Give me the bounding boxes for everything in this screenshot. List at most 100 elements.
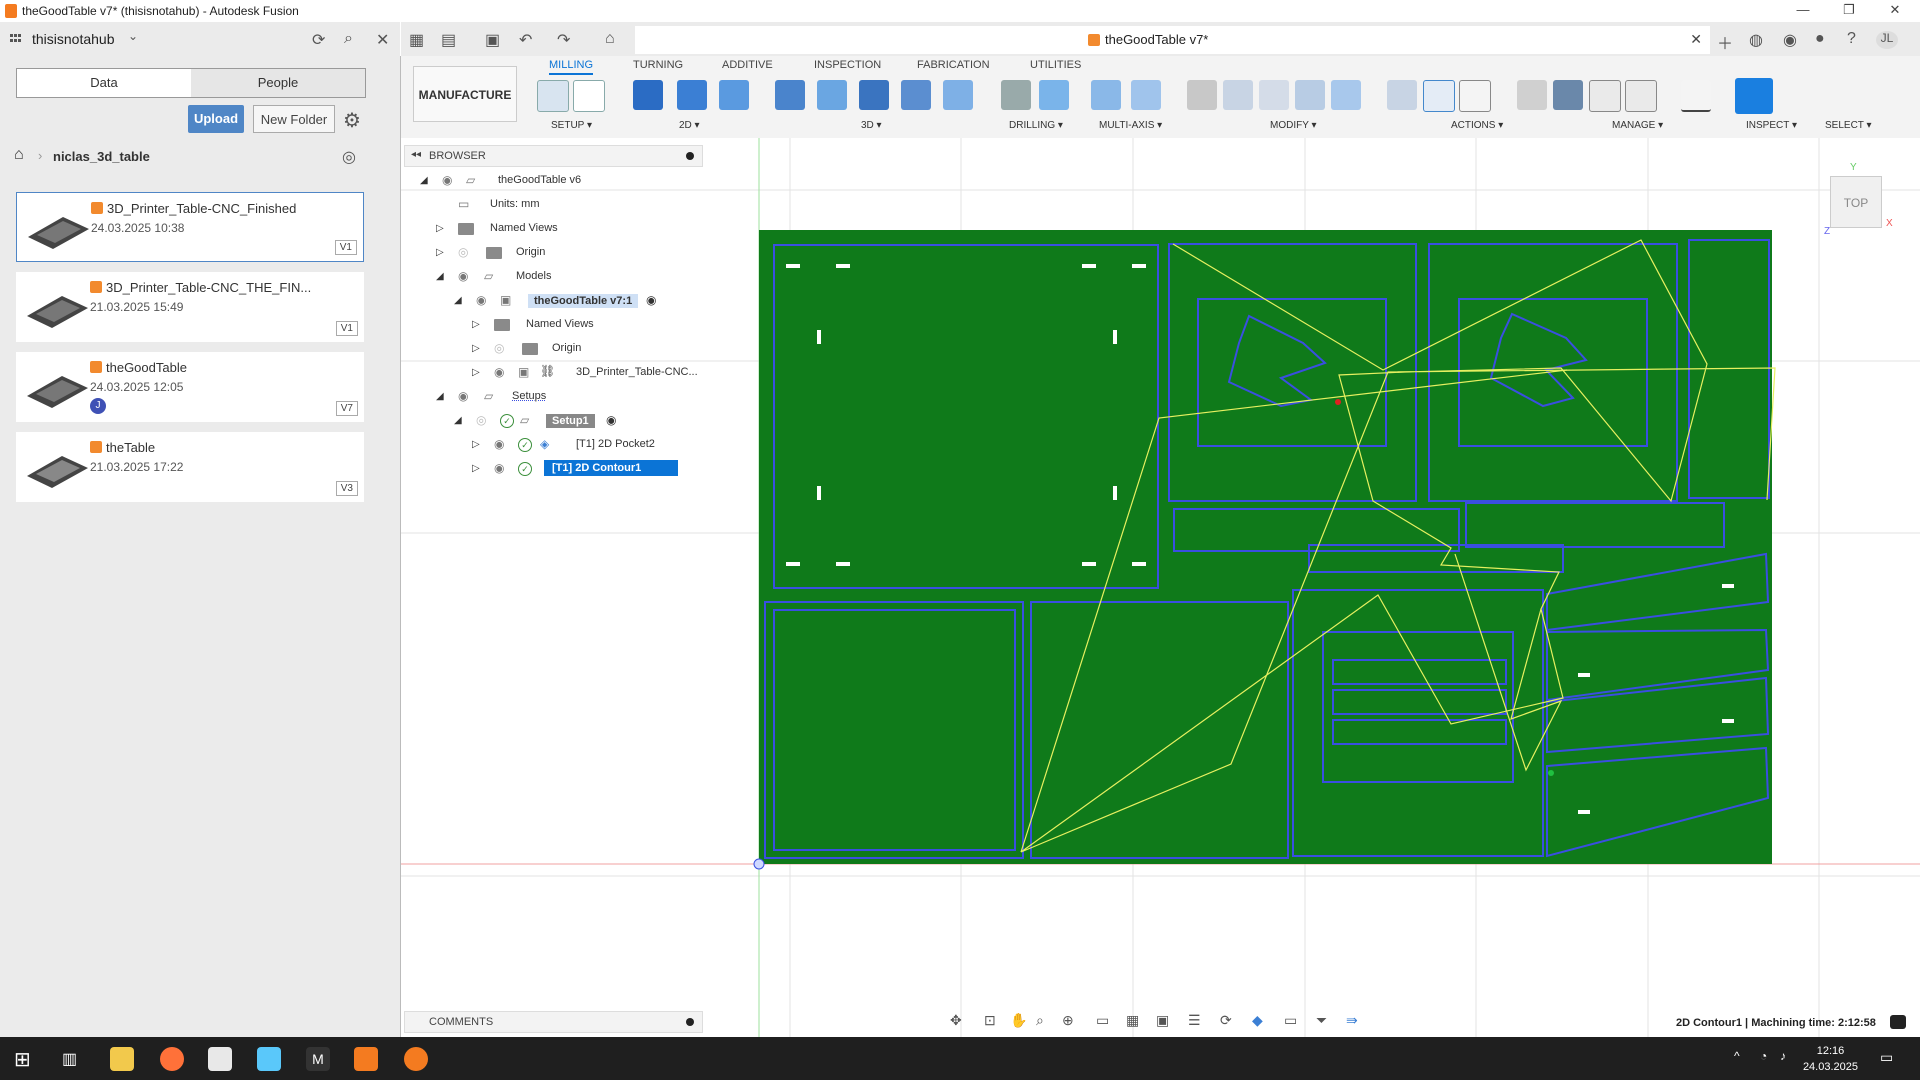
firefox-icon[interactable] xyxy=(160,1047,184,1071)
pan-hand-icon[interactable]: ✋ xyxy=(1010,1012,1027,1029)
template-library-icon[interactable] xyxy=(1625,80,1657,112)
gear-icon[interactable]: ⚙ xyxy=(343,108,361,133)
tree-row[interactable]: ◢ ◎ ✓ ▱ Setup1 ◉ xyxy=(404,411,703,431)
look-at-icon[interactable]: ⊡ xyxy=(984,1012,996,1029)
breadcrumb[interactable]: niclas_3d_table xyxy=(53,149,150,164)
file-menu-icon[interactable]: ▤ xyxy=(441,30,456,50)
save-icon[interactable]: ▣ xyxy=(485,30,500,50)
edit-tool-icon[interactable] xyxy=(1295,80,1325,110)
tab-data[interactable]: Data xyxy=(17,69,191,97)
cricut-icon[interactable] xyxy=(208,1047,232,1071)
viewports-icon[interactable]: ▣ xyxy=(1156,1012,1169,1029)
close-tab-icon[interactable]: ✕ xyxy=(1690,31,1702,48)
network-icon[interactable]: ◔ xyxy=(1760,1049,1767,1063)
tool-library-icon[interactable] xyxy=(1517,80,1547,110)
activate-radio-icon[interactable]: ◉ xyxy=(606,413,616,427)
collapse-triangle-icon[interactable]: ◢ xyxy=(436,391,444,402)
visibility-eye-icon[interactable]: ◉ xyxy=(476,293,486,307)
select-icon[interactable] xyxy=(1735,78,1773,114)
2d-pocket-icon[interactable] xyxy=(719,80,749,110)
visibility-eye-icon[interactable]: ◉ xyxy=(458,389,468,403)
tree-row[interactable]: ▷ ◉ ✓ [T1] 2D Contour1 xyxy=(404,459,703,479)
hidden-eye-icon[interactable]: ◎ xyxy=(458,245,468,259)
tab-fabrication[interactable]: FABRICATION xyxy=(917,59,990,71)
fit-icon[interactable]: ⊕ xyxy=(1062,1012,1074,1029)
setup-sheet-icon[interactable] xyxy=(573,80,605,112)
home-icon[interactable]: ⌂ xyxy=(605,30,615,48)
refresh-icon[interactable]: ⟳ xyxy=(312,30,325,50)
move-toolpath-icon[interactable] xyxy=(1331,80,1361,110)
adaptive-clearing-icon[interactable] xyxy=(775,80,805,110)
version-badge[interactable]: V3 xyxy=(335,481,358,496)
tab-people[interactable]: People xyxy=(191,69,365,97)
collapse-triangle-icon[interactable]: ◢ xyxy=(454,415,462,426)
visibility-eye-icon[interactable]: ◉ xyxy=(494,461,504,475)
group-3d[interactable]: 3D ▾ xyxy=(861,120,882,131)
new-tab-icon[interactable]: ＋ xyxy=(1717,30,1733,54)
new-folder-button[interactable]: New Folder xyxy=(253,105,335,133)
origin-marker[interactable] xyxy=(753,858,765,870)
swarf-icon[interactable] xyxy=(1131,80,1161,110)
job-status-icon[interactable]: ◉ xyxy=(1783,30,1797,50)
activate-radio-icon[interactable]: ◉ xyxy=(646,293,656,307)
tree-row[interactable]: ▷ ◉ ✓ ◈ [T1] 2D Pocket2 xyxy=(404,435,703,455)
pin-icon[interactable] xyxy=(686,1018,694,1026)
tray-chevron-icon[interactable]: ^ xyxy=(1734,1049,1740,1063)
tree-row[interactable]: ◢ ◉ ▣ theGoodTable v7:1 ◉ xyxy=(404,291,703,311)
toolpath-display-icon[interactable]: ⇛ xyxy=(1346,1012,1358,1029)
help-icon[interactable]: ? xyxy=(1847,30,1856,48)
drill-icon[interactable] xyxy=(1001,80,1031,110)
hub-name[interactable]: thisisnotahub xyxy=(32,31,115,47)
close-window-button[interactable]: ✕ xyxy=(1880,2,1910,18)
parallel-icon[interactable] xyxy=(943,80,973,110)
tab-milling[interactable]: MILLING xyxy=(549,59,594,75)
home-icon[interactable]: ⌂ xyxy=(14,146,24,164)
file-card[interactable]: 3D_Printer_Table-CNC_Finished 24.03.2025… xyxy=(16,192,364,262)
search-icon[interactable]: ⌕ xyxy=(344,30,353,48)
file-explorer-icon[interactable] xyxy=(110,1047,134,1071)
close-panel-icon[interactable]: ✕ xyxy=(376,30,389,50)
collapse-browser-icon[interactable]: ◂◂ xyxy=(411,149,421,160)
measure-icon[interactable] xyxy=(1681,80,1711,112)
minimize-button[interactable]: — xyxy=(1788,2,1818,17)
view-cube[interactable]: TOP xyxy=(1830,176,1882,228)
tree-row[interactable]: ◢ ◉ ▱ Setups xyxy=(404,387,703,407)
visibility-eye-icon[interactable]: ◉ xyxy=(458,269,468,283)
visual-style-icon[interactable]: ◆ xyxy=(1252,1012,1263,1029)
tree-row[interactable]: ▷ Named Views xyxy=(404,219,703,239)
restore-button[interactable]: ❐ xyxy=(1834,2,1864,18)
hidden-eye-icon[interactable]: ◎ xyxy=(476,413,486,427)
expand-triangle-icon[interactable]: ▷ xyxy=(472,319,480,330)
autodesk-taskbar-icon[interactable] xyxy=(404,1047,428,1071)
visibility-eye-icon[interactable]: ◉ xyxy=(442,173,452,187)
globe-icon[interactable]: ◎ xyxy=(342,147,356,167)
expand-triangle-icon[interactable]: ▷ xyxy=(436,247,444,258)
taskbar-clock[interactable]: 12:16 24.03.2025 xyxy=(1803,1043,1858,1075)
workspace-switcher[interactable]: MANUFACTURE ▾ xyxy=(413,66,517,158)
group-select[interactable]: SELECT ▾ xyxy=(1825,120,1872,131)
notifications-icon[interactable]: ● xyxy=(1815,30,1825,48)
visibility-eye-icon[interactable]: ◉ xyxy=(494,365,504,379)
group-actions[interactable]: ACTIONS ▾ xyxy=(1451,120,1503,131)
group-manage[interactable]: MANAGE ▾ xyxy=(1612,120,1663,131)
visibility-eye-icon[interactable]: ◉ xyxy=(494,437,504,451)
tree-row[interactable]: ▷ ◎ Origin xyxy=(404,243,703,263)
simulate-icon[interactable] xyxy=(1387,80,1417,110)
2d-adaptive-icon[interactable] xyxy=(677,80,707,110)
trim-icon[interactable] xyxy=(1187,80,1217,110)
chevron-down-icon[interactable]: ⌄ xyxy=(128,29,138,43)
section-icon[interactable]: ☰ xyxy=(1188,1012,1201,1029)
expand-triangle-icon[interactable]: ▷ xyxy=(472,439,480,450)
pocket-clearing-icon[interactable] xyxy=(817,80,847,110)
app-icon[interactable] xyxy=(257,1047,281,1071)
collapse-triangle-icon[interactable]: ◢ xyxy=(436,271,444,282)
grid-icon[interactable]: ▦ xyxy=(1126,1012,1139,1029)
hole-recognition-icon[interactable] xyxy=(1039,80,1069,110)
pattern-icon[interactable] xyxy=(1259,80,1289,110)
tree-row[interactable]: ◢ ◉ ▱ theGoodTable v6 xyxy=(404,171,703,191)
apps-grid-icon[interactable]: ▦ xyxy=(409,30,424,50)
rotate-icon[interactable]: ⟳ xyxy=(1220,1012,1232,1029)
machine-library-icon[interactable] xyxy=(1553,80,1583,110)
extensions-icon[interactable]: ◍ xyxy=(1749,30,1763,50)
multi-axis-contour-icon[interactable] xyxy=(1091,80,1121,110)
